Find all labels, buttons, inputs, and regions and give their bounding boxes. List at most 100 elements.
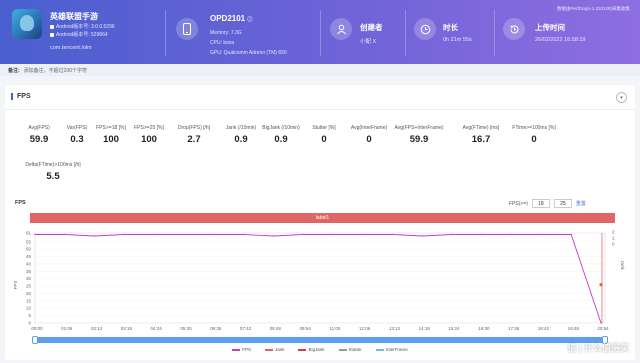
y-tick-label: 30 [26,276,32,281]
x-tick-label: 16:30 [478,326,490,331]
fps-point [481,233,483,236]
x-tick-label: 12:06 [359,326,371,331]
legend-swatch [232,348,241,351]
y-tick-label: 40 [26,261,32,266]
fps-card: FPS ▾ Avg(FPS) 59.9 Var(FPS) 0.3 FPS>=18 [%]… [5,85,635,360]
android-build-text: Android版本号: 529664 [56,32,108,38]
fps-point [242,233,245,236]
timeline-scrollbar[interactable] [32,336,608,344]
metric-value: 2.7 [187,134,201,145]
fps-chart[interactable]: 615550454035302520151050210FPSJank00:00 0… [5,225,635,337]
x-tick-label: 15:24 [448,326,460,331]
fps-point [421,235,423,237]
metric-label: Jank (/10min) [225,125,257,131]
y2-axis-title: Jank [620,260,625,270]
device-memory: Memory: 7.3G [210,30,242,36]
fps-point [123,233,126,236]
y2-tick-label: 1 [612,236,615,241]
metric-label: Avg(InterFrame) [350,125,388,131]
metric-value: 0.9 [274,134,288,145]
user-icon [330,18,352,40]
android-version-text: Android版本号: 3.0.0.5296 [56,24,115,30]
legend-label: InterFrame [385,347,408,352]
fps-point [183,233,185,236]
metric-value: 59.9 [409,134,429,145]
metric-item: FPS>=25 [%] 100 [127,118,171,145]
legend-item[interactable]: InterFrame [375,347,408,352]
y-tick-label: 15 [26,298,32,303]
creator-value: 小配 X [360,39,377,45]
y-tick-label: 61 [26,231,32,236]
history-icon [503,18,525,40]
fps-point [34,233,36,236]
y2-tick-label: 2 [612,230,615,235]
chart-title: FPS [15,200,26,206]
x-tick-label: 09:54 [299,326,311,331]
fps-point [153,233,155,236]
duration-title: 时长 [443,23,458,32]
legend-swatch [264,348,273,351]
metric-item: Drop(FPS) [/h] 2.7 [172,118,216,145]
fps-point [540,233,543,236]
app-name: 英雄联盟手游 [50,12,98,21]
legend-item[interactable]: Stutter [338,347,362,352]
metric-label: Avg(FTime) [ms] [462,125,500,131]
metric-item: Avg(InterFrame) 0 [347,118,391,145]
android-version: Android版本号: 3.0.0.5296 [50,23,115,30]
metric-item: FTime>=100ms [%] 0 [512,118,556,145]
upload-value: 26/02/2022 16:58:19 [535,37,586,43]
x-tick-label: 00:00 [31,326,43,331]
metric-label: Avg(FPS+InterFrame) [394,125,444,131]
y-tick-label: 25 [26,284,32,289]
metric-item: Jank (/10min) 0.9 [219,118,263,145]
reset-button[interactable]: 重置 [576,200,586,207]
metric-value: 16.7 [471,134,491,145]
card-divider [5,109,635,110]
legend-item[interactable]: BigJank [298,347,325,352]
metric-value: 0 [321,134,327,145]
header-divider [320,10,321,56]
collapse-button[interactable]: ▾ [616,92,627,103]
x-tick-label: 01:06 [61,326,73,331]
y-tick-label: 10 [26,306,32,311]
legend-item[interactable]: FPS [232,347,251,352]
fps-point [272,235,275,237]
report-source-link[interactable]: 数据由PerfDog(v.1.220128)采集收集 [557,6,630,12]
header-divider [405,10,406,56]
x-tick-label: 13:12 [389,326,401,331]
metric-value: 0.9 [234,134,248,145]
x-tick-label: 17:36 [508,326,520,331]
label-band[interactable]: label1 [30,213,615,223]
fps-point [64,233,66,236]
section-title: FPS [11,93,31,100]
remark-input[interactable]: 添加备注，不超过200个字符 [24,68,87,74]
chart-legend: FPS Jank BigJank Stutter InterFrame [5,347,635,352]
fps-point [213,233,215,236]
android-build: Android版本号: 529664 [50,31,108,38]
scrollbar-handle-left[interactable] [32,336,38,344]
remark-bar: 备注: 添加备注，不超过200个字符 [0,64,640,76]
legend-label: Jank [274,347,285,352]
fps-threshold-label: FPS(>=) [509,200,528,207]
y-tick-label: 50 [26,247,32,252]
fps-threshold-input-a[interactable]: 18 [531,199,550,208]
device-cpu: CPU: kona [210,40,235,46]
chevron-down-icon: ▾ [620,94,623,101]
x-tick-label: 18:42 [538,326,550,331]
metric-label: Delta(FTime)>100ms [/h] [25,162,81,168]
metric-item: Stutter [%] 0 [302,118,346,145]
y-tick-label: 35 [26,269,32,274]
fps-threshold-controls: FPS(>=) 18 25 重置 [509,199,586,208]
info-icon[interactable]: ⓘ [247,17,252,23]
legend-label: BigJank [308,347,325,352]
fps-point [332,233,334,236]
watermark: 值 | 什么值得买 [567,343,629,353]
fps-threshold-input-b[interactable]: 25 [553,199,572,208]
metric-item: Avg(FPS+InterFrame) 59.9 [394,118,444,145]
x-tick-label: 07:42 [240,326,252,331]
fps-point [302,233,304,236]
legend-item[interactable]: Jank [264,347,285,352]
x-tick-label: 03:18 [121,326,133,331]
legend-swatch [298,348,307,351]
metric-item: BigJank (/10min) 0.9 [259,118,303,145]
